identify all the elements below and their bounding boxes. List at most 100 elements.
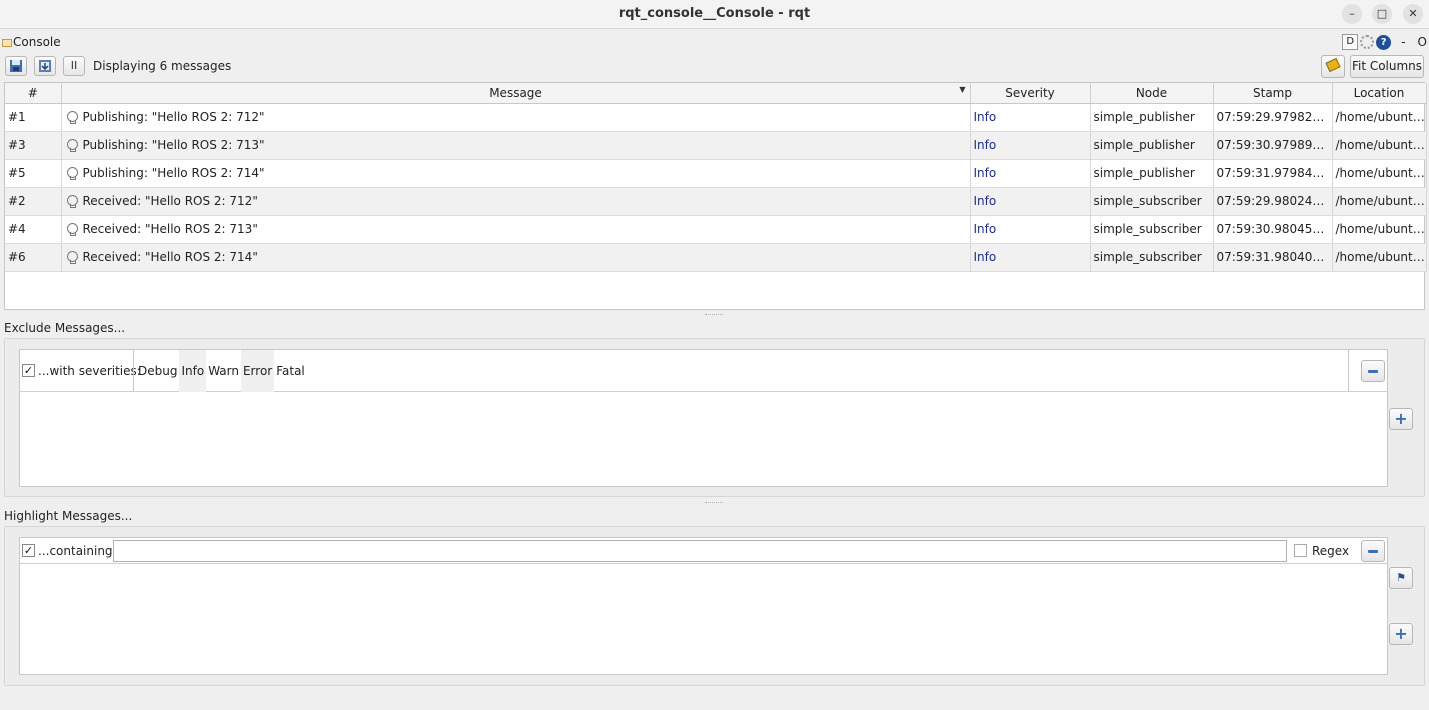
cell-message: Received: "Hello ROS 2: 714" — [61, 243, 971, 272]
cell-message: Publishing: "Hello ROS 2: 713" — [61, 131, 971, 160]
cell-location: /home/ubuntu... — [1332, 243, 1427, 272]
column-header-node[interactable]: Node — [1090, 83, 1214, 104]
splitter-handle[interactable] — [705, 502, 723, 504]
table-row[interactable]: #4 Received: "Hello ROS 2: 713" Info sim… — [5, 215, 1427, 244]
add-highlight-filter-button[interactable]: + — [1389, 623, 1413, 645]
severity-item-warn[interactable]: Warn — [206, 350, 241, 392]
message-table[interactable]: # Message ▼ Severity Node Stamp Location … — [4, 82, 1427, 310]
highlight-text-input[interactable] — [113, 540, 1287, 562]
cell-number: #2 — [5, 187, 62, 216]
dynamic-reconfigure-button[interactable]: D — [1342, 34, 1359, 50]
exclude-group: ✓ ...with severities: Debug Info Warn Er… — [4, 338, 1425, 497]
highlight-filter-list: ✓ ...containing: Regex — [19, 537, 1388, 675]
table-row[interactable]: #5 Publishing: "Hello ROS 2: 714" Info s… — [5, 159, 1427, 188]
clear-button[interactable] — [1321, 55, 1345, 78]
cell-severity: Info — [970, 215, 1091, 244]
window-title: rqt_console__Console - rqt — [618, 6, 811, 21]
plugin-controls: D ? - O — [1342, 33, 1427, 51]
cell-message: Publishing: "Hello ROS 2: 712" — [61, 103, 971, 132]
cell-number: #1 — [5, 103, 62, 132]
sort-arrow-icon: ▼ — [959, 85, 966, 94]
help-icon[interactable]: ? — [1376, 34, 1392, 50]
minimize-button[interactable]: – — [1342, 4, 1362, 24]
maximize-button[interactable]: □ — [1372, 4, 1392, 24]
severity-item-error[interactable]: Error — [240, 350, 275, 392]
cell-location: /home/ubuntu... — [1332, 215, 1427, 244]
regex-checkbox[interactable] — [1294, 544, 1307, 557]
table-row[interactable]: #2 Received: "Hello ROS 2: 712" Info sim… — [5, 187, 1427, 216]
cell-node: simple_subscriber — [1090, 215, 1214, 244]
splitter-handle[interactable] — [705, 314, 723, 316]
table-row[interactable]: #6 Received: "Hello ROS 2: 714" Info sim… — [5, 243, 1427, 272]
bulb-icon — [66, 167, 78, 180]
cell-node: simple_subscriber — [1090, 187, 1214, 216]
table-row[interactable]: #1 Publishing: "Hello ROS 2: 712" Info s… — [5, 103, 1427, 132]
remove-highlight-filter-button[interactable] — [1361, 540, 1385, 562]
bulb-icon — [66, 139, 78, 152]
cell-number: #3 — [5, 131, 62, 160]
cell-severity: Info — [970, 187, 1091, 216]
cell-severity: Info — [970, 131, 1091, 160]
title-bar: rqt_console__Console - rqt – □ ✕ — [0, 0, 1429, 29]
column-header-stamp[interactable]: Stamp — [1213, 83, 1333, 104]
cell-number: #6 — [5, 243, 62, 272]
bulb-icon — [66, 223, 78, 236]
severity-item-debug[interactable]: Debug — [136, 350, 179, 392]
highlight-filter-icon: ⚑ — [1396, 571, 1406, 584]
highlight-filter-button[interactable]: ⚑ — [1389, 567, 1413, 589]
cell-node: simple_publisher — [1090, 159, 1214, 188]
cell-location: /home/ubuntu... — [1332, 103, 1427, 132]
column-header-severity[interactable]: Severity — [970, 83, 1091, 104]
plus-icon: + — [1394, 624, 1408, 643]
cell-stamp: 07:59:30.97989104... — [1213, 131, 1333, 160]
exclude-filter-checkbox[interactable]: ✓ — [22, 364, 35, 377]
load-button[interactable] — [34, 56, 56, 76]
cell-node: simple_publisher — [1090, 103, 1214, 132]
cell-stamp: 07:59:31.98040836... — [1213, 243, 1333, 272]
bulb-icon — [66, 111, 78, 124]
exclude-filter-label: ...with severities: — [38, 364, 141, 378]
plus-icon: + — [1394, 409, 1408, 428]
cell-location: /home/ubuntu... — [1332, 131, 1427, 160]
display-count: Displaying 6 messages — [93, 59, 232, 73]
close-button[interactable]: ✕ — [1403, 4, 1423, 24]
minimize-plugin-button[interactable]: - — [1401, 35, 1405, 49]
cell-severity: Info — [970, 243, 1091, 272]
plugin-title-label: Console — [13, 35, 61, 49]
cell-node: simple_publisher — [1090, 131, 1214, 160]
cell-location: /home/ubuntu... — [1332, 159, 1427, 188]
save-button[interactable] — [5, 56, 27, 76]
load-icon — [39, 60, 51, 72]
highlight-group: ✓ ...containing: Regex ⚑ + — [4, 526, 1425, 686]
plugin-title: Console — [2, 35, 61, 49]
cell-message: Received: "Hello ROS 2: 713" — [61, 215, 971, 244]
pause-button[interactable]: II — [63, 56, 85, 76]
gear-icon[interactable] — [1360, 35, 1375, 49]
severity-list[interactable]: Debug Info Warn Error Fatal — [133, 350, 1349, 392]
cell-number: #4 — [5, 215, 62, 244]
exclude-filter-list: ✓ ...with severities: Debug Info Warn Er… — [19, 349, 1388, 487]
close-plugin-button[interactable]: O — [1418, 35, 1427, 49]
save-icon — [10, 60, 22, 72]
highlight-filter-checkbox[interactable]: ✓ — [22, 544, 35, 557]
highlight-section-label: Highlight Messages... — [4, 509, 133, 523]
severity-item-info[interactable]: Info — [179, 350, 207, 392]
table-row[interactable]: #3 Publishing: "Hello ROS 2: 713" Info s… — [5, 131, 1427, 160]
cell-number: #5 — [5, 159, 62, 188]
add-exclude-filter-button[interactable]: + — [1389, 408, 1413, 430]
cell-node: simple_subscriber — [1090, 243, 1214, 272]
column-header-number[interactable]: # — [5, 83, 62, 104]
bulb-icon — [66, 251, 78, 264]
clear-icon — [1325, 57, 1341, 73]
cell-stamp: 07:59:31.97984723... — [1213, 159, 1333, 188]
exclude-section-label: Exclude Messages... — [4, 321, 126, 335]
exclude-filter-row: ✓ ...with severities: Debug Info Warn Er… — [20, 350, 1387, 392]
column-header-location[interactable]: Location — [1332, 83, 1427, 104]
cell-message: Publishing: "Hello ROS 2: 714" — [61, 159, 971, 188]
column-header-message[interactable]: Message ▼ — [61, 83, 971, 104]
highlight-filter-label: ...containing: — [38, 544, 117, 558]
remove-exclude-filter-button[interactable] — [1361, 360, 1385, 382]
fit-columns-button[interactable]: Fit Columns — [1350, 55, 1424, 78]
severity-item-fatal[interactable]: Fatal — [274, 350, 307, 392]
bulb-icon — [66, 195, 78, 208]
